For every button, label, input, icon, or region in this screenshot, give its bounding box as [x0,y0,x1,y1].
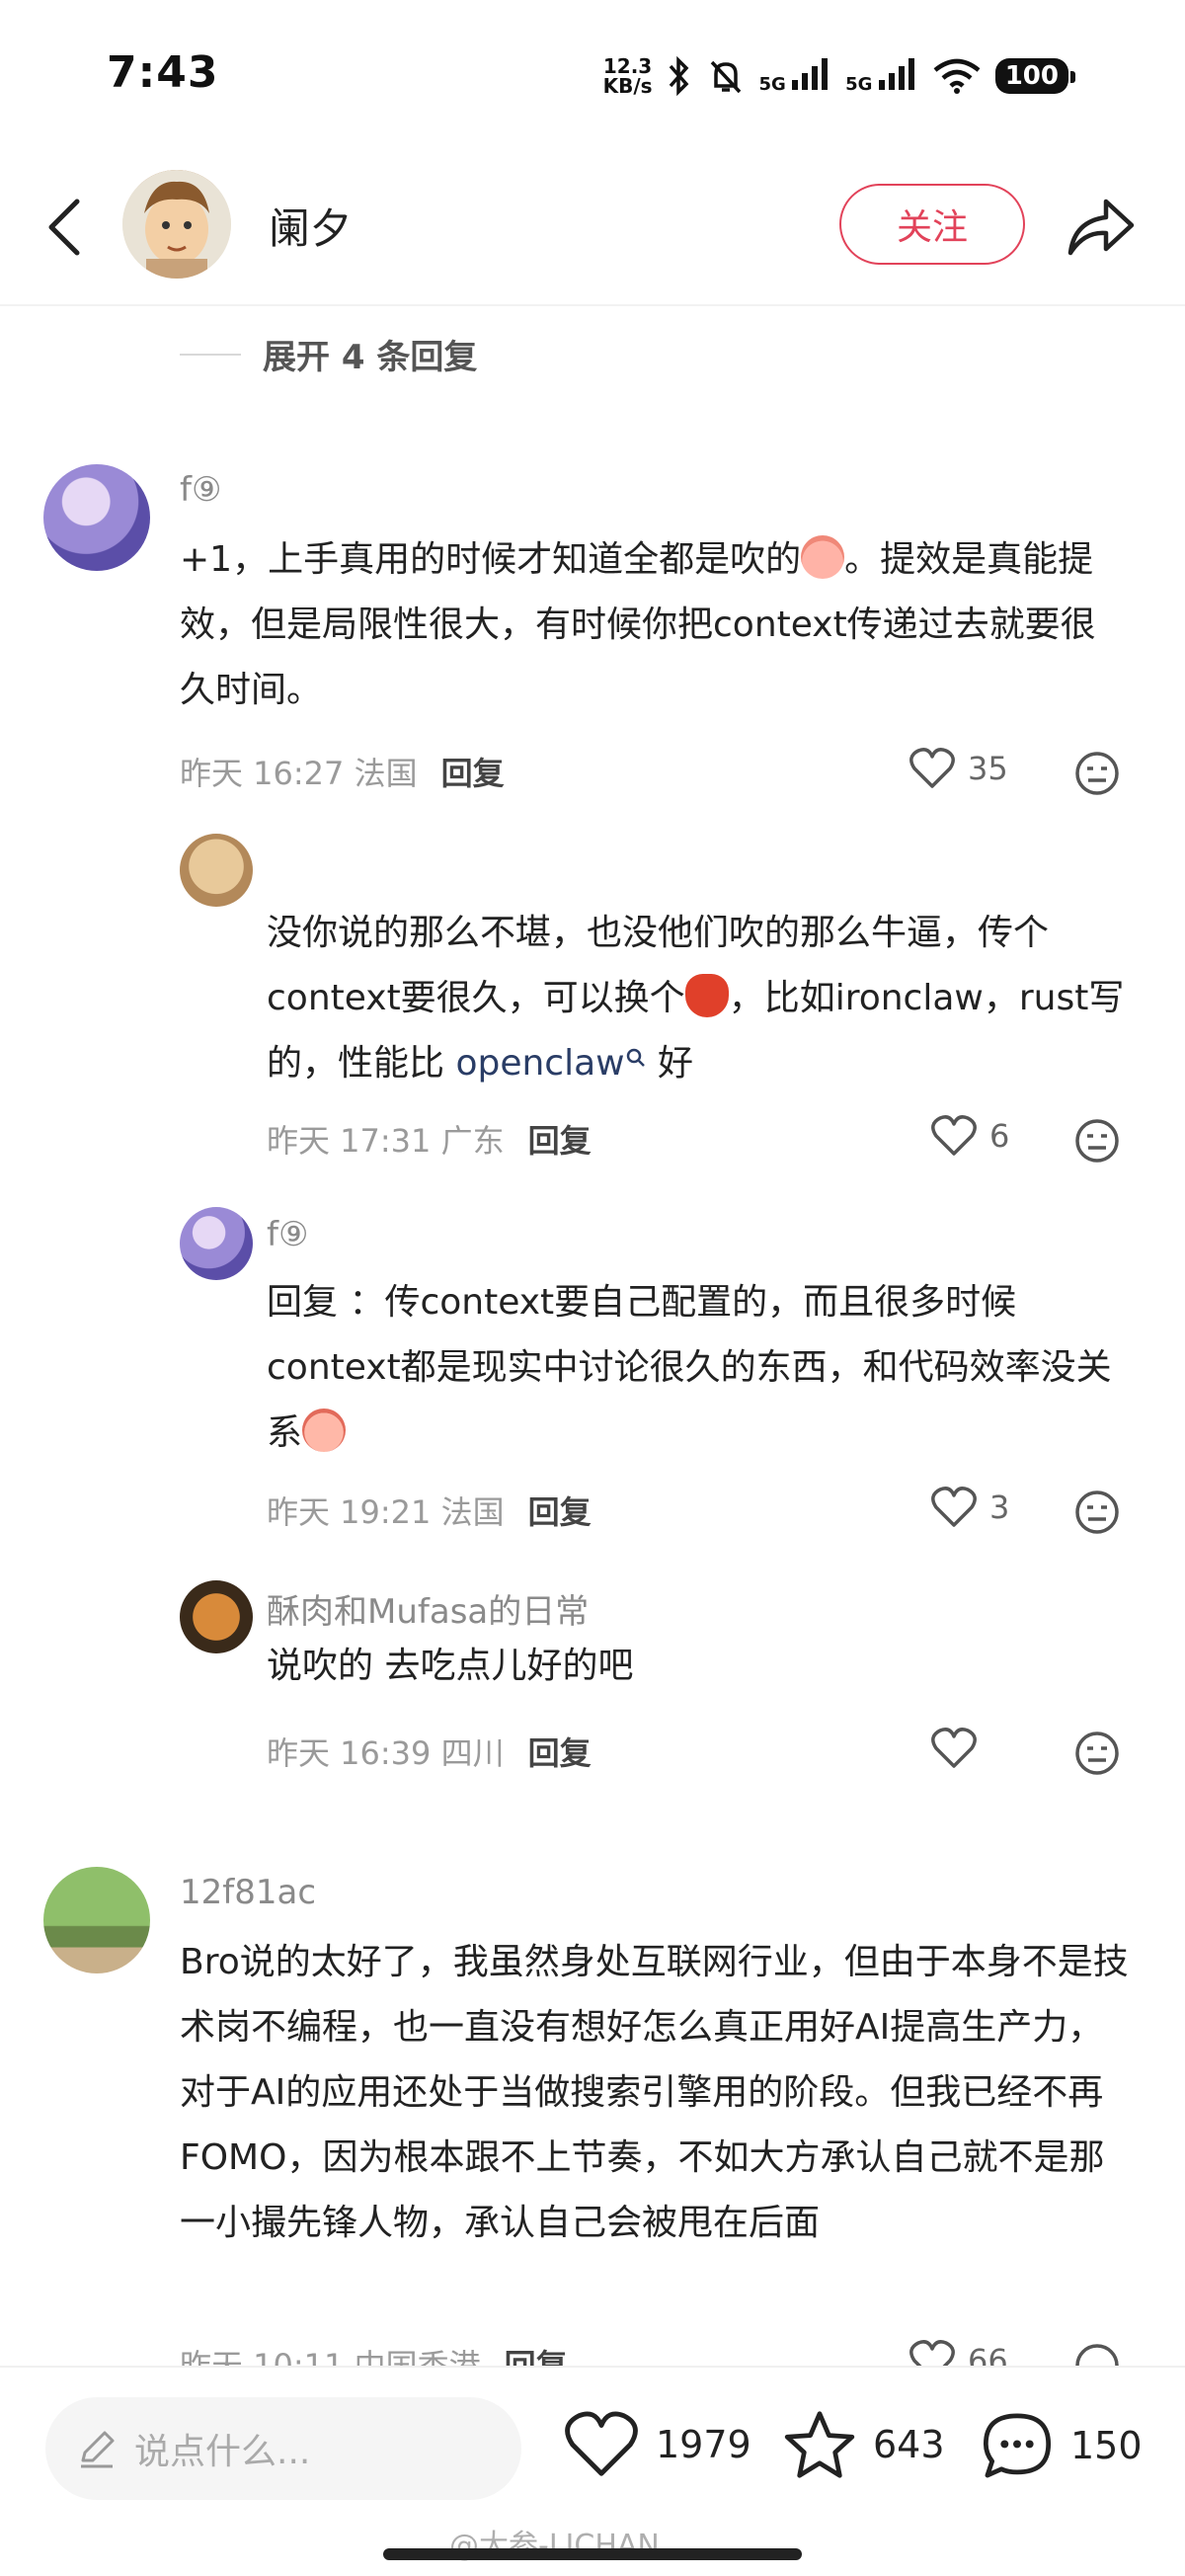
reply-username[interactable]: f⑨ [267,1215,308,1254]
like-button[interactable]: 35 [908,747,1008,790]
reply-button[interactable]: 回复 [528,1488,592,1533]
favorite-button[interactable]: 643 [782,2409,945,2480]
emoji-reaction-icon[interactable] [1074,2343,1120,2366]
net-speed: 12.3 KB/s [602,54,653,98]
author-avatar[interactable] [122,170,231,279]
heart-icon [909,748,955,788]
reply-button[interactable]: 回复 [528,1729,592,1774]
heart-icon [931,1115,977,1156]
peach-emoji-icon [801,535,845,579]
search-link[interactable]: openclaw [455,1043,624,1084]
user-avatar[interactable] [180,1580,253,1653]
like-post-button[interactable]: 1979 [563,2409,751,2480]
comment-item: 12f81ac Bro说的太好了，我虽然身处互联网行业，但由于本身不是技术岗不编… [0,1867,1185,2366]
user-avatar[interactable] [43,1867,150,1973]
reply-text: 回复 ：传context要自己配置的，而且很多时候context都是现实中讨论很… [267,1282,1112,1453]
signal-sim1: 5G [759,57,832,95]
reply-button[interactable]: 回复 [528,1116,592,1162]
like-count: 3 [989,1489,1010,1526]
comment-meta: 昨天 17:31 广东 回复 [267,1116,592,1162]
emoji-reaction-icon[interactable] [1074,1489,1120,1535]
like-button[interactable]: 66 [908,2339,1008,2366]
heart-icon [565,2411,638,2476]
like-button[interactable] [930,1727,989,1770]
comment-meta: 昨天 16:39 四川 回复 [267,1729,592,1774]
comment-total: 150 [1070,2424,1143,2467]
signal-bars-icon [878,57,914,90]
comment-meta: 昨天 10:11 中国香港 回复 [180,2341,568,2366]
reply-username[interactable]: 酥肉和Mufasa的日常 [267,1584,589,1633]
favorite-total: 643 [873,2423,945,2466]
comment-text: +1，上手真用的时候才知道全都是吹的 。提效是真能提效，但是局限性很大，有时候你把… [180,527,1118,723]
star-icon [784,2411,855,2478]
reply-item: 没你说的那么不堪，也没他们吹的那么牛逼，传个context要很久，可以换个 ，比如… [0,834,1185,1169]
crying-emoji-icon [302,1409,347,1452]
follow-button[interactable]: 关注 [839,184,1025,265]
like-count: 35 [968,750,1008,787]
user-avatar[interactable] [180,834,253,907]
comment-text: Bro说的太好了，我虽然身处互联网行业，但由于本身不是技术岗不编程，也一直没有想… [180,1942,1129,2243]
emoji-reaction-icon[interactable] [1074,751,1120,796]
lobster-emoji-icon [684,974,729,1017]
signal-sim2: 5G [845,57,918,95]
search-icon[interactable] [625,1047,647,1069]
comment-input-placeholder: 说点什么... [134,2432,311,2472]
emoji-reaction-icon[interactable] [1074,1118,1120,1164]
comment-username[interactable]: f⑨ [180,470,221,510]
mute-bell-icon [710,60,741,94]
reply-button[interactable]: 回复 [441,749,505,794]
reply-item: f⑨ 回复 ：传context要自己配置的，而且很多时候context都是现实中… [0,1207,1185,1543]
status-bar: 7:43 12.3 KB/s 5G 5G 100 [0,0,1185,148]
author-name[interactable]: 阑夕 [269,196,352,256]
user-avatar[interactable] [43,464,150,571]
reply-text: 没你说的那么不堪，也没他们吹的那么牛逼，传个context要很久，可以换个 ，比如… [267,913,1125,1084]
status-icons: 12.3 KB/s 5G 5G 100 [602,51,1076,101]
battery-indicator: 100 [994,58,1076,94]
reply-item: 酥肉和Mufasa的日常 说吹的 去吃点儿好的吧 昨天 16:39 四川 回复 [0,1580,1185,1798]
like-total: 1979 [656,2423,751,2466]
comment-meta: 昨天 19:21 法国 回复 [267,1488,592,1533]
pencil-icon [81,2431,115,2468]
chat-bubble-icon [983,2413,1052,2478]
comment-username[interactable]: 12f81ac [180,1873,316,1912]
like-count: 66 [968,2342,1008,2366]
signal-bars-icon [792,57,829,90]
user-avatar[interactable] [180,1207,253,1280]
status-time: 7:43 [107,47,219,98]
like-count: 6 [989,1117,1010,1155]
cartoon-face-icon [122,170,231,279]
wifi-icon [933,58,981,94]
comment-meta: 昨天 16:27 法国 回复 [180,749,505,794]
back-icon[interactable] [40,196,99,259]
divider [180,353,241,356]
heart-icon [931,1728,977,1768]
comment-input[interactable]: 说点什么... [45,2397,521,2500]
heart-icon [909,2340,955,2366]
home-indicator[interactable] [383,2548,802,2560]
expand-replies[interactable]: 展开 4 条回复 [180,330,477,378]
reply-button[interactable]: 回复 [505,2341,568,2366]
emoji-reaction-icon[interactable] [1074,1731,1120,1776]
like-button[interactable]: 3 [930,1486,1009,1529]
expand-replies-label: 展开 4 条回复 [263,338,478,377]
top-nav-bar: 阑夕 关注 [0,148,1185,306]
reply-text: 说吹的 去吃点儿好的吧 [267,1646,634,1686]
comment-item: f⑨ +1，上手真用的时候才知道全都是吹的 。提效是真能提效，但是局限性很大，有时… [0,464,1185,820]
comments-button[interactable]: 150 [980,2409,1143,2482]
share-icon[interactable] [1063,192,1138,261]
heart-icon [931,1487,977,1527]
like-button[interactable]: 6 [930,1114,1009,1158]
bluetooth-icon [669,56,688,96]
bottom-action-bar: 说点什么... 1979 643 150 @大参-LICHAN [0,2366,1185,2576]
